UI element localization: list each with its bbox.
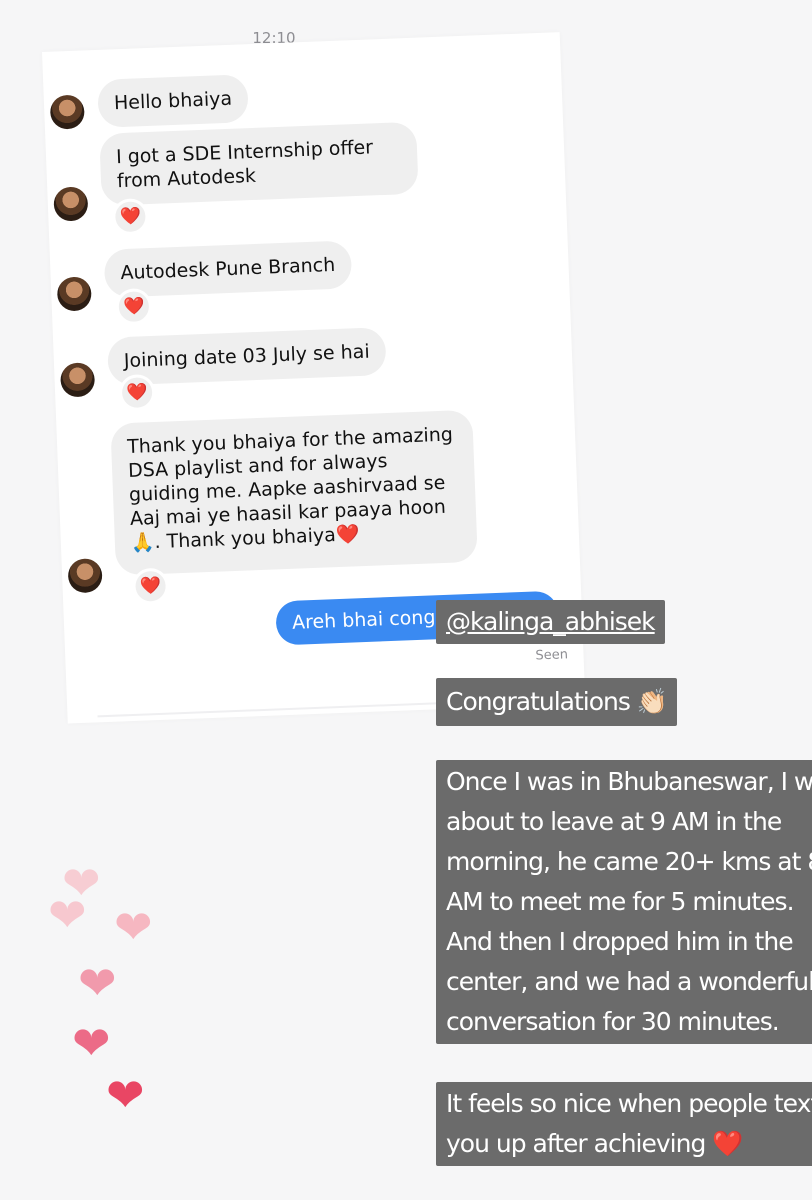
mention-text: @kalinga_abhisek <box>446 607 656 636</box>
message-bubble: Hello bhaiya <box>97 74 249 128</box>
message-text: Thank you bhaiya for the amazing DSA pla… <box>126 423 454 554</box>
heart-icon: ❤ <box>48 889 87 941</box>
closing-line: you up after achieving ❤️ <box>446 1129 743 1158</box>
story-line: morning, he came 20+ kms at 8 <box>446 847 812 876</box>
caption-story: Once I was in Bhubaneswar, I was about t… <box>436 760 812 1044</box>
avatar <box>59 362 96 398</box>
avatar <box>49 94 85 130</box>
heart-icon: ❤ <box>72 1017 111 1069</box>
message-bubble: Thank you bhaiya for the amazing DSA pla… <box>110 409 478 576</box>
caption-congrats: Congratulations 👏🏻 <box>436 678 677 726</box>
seen-label: Seen <box>535 647 569 664</box>
heart-icon: ❤ <box>114 901 153 953</box>
message-text: I got a SDE Internship offer from Autode… <box>115 136 374 193</box>
avatar <box>56 276 92 312</box>
closing-line: It feels so nice when people text <box>446 1089 812 1118</box>
story-line: And then I dropped him in the <box>446 927 794 956</box>
heart-reaction[interactable]: ❤️ <box>118 373 156 412</box>
heart-icon: ❤ <box>78 957 117 1009</box>
heart-icon: ❤ <box>106 1069 145 1121</box>
message-text: Hello bhaiya <box>113 87 233 115</box>
caption-closing: It feels so nice when people text you up… <box>436 1082 812 1166</box>
story-line: AM to meet me for 5 minutes. <box>446 887 795 916</box>
congrats-text: Congratulations 👏🏻 <box>446 687 668 716</box>
heart-reaction[interactable]: ❤️ <box>115 287 153 326</box>
avatar <box>67 558 103 594</box>
avatar <box>53 186 89 222</box>
heart-reaction[interactable]: ❤️ <box>131 567 170 605</box>
mention-sticker[interactable]: @kalinga_abhisek <box>436 600 665 644</box>
story-line: about to leave at 9 AM in the <box>446 807 782 836</box>
story-line: center, and we had a wonderful <box>446 967 812 996</box>
message-bubble: Joining date 03 July se hai <box>107 327 387 386</box>
story-line: Once I was in Bhubaneswar, I was <box>446 767 812 796</box>
story-line: conversation for 30 minutes. <box>446 1007 780 1036</box>
heart-reaction[interactable]: ❤️ <box>111 198 150 236</box>
message-text: Joining date 03 July se hai <box>123 340 371 373</box>
message-bubble: I got a SDE Internship offer from Autode… <box>99 121 419 206</box>
message-text: Autodesk Pune Branch <box>120 253 336 285</box>
